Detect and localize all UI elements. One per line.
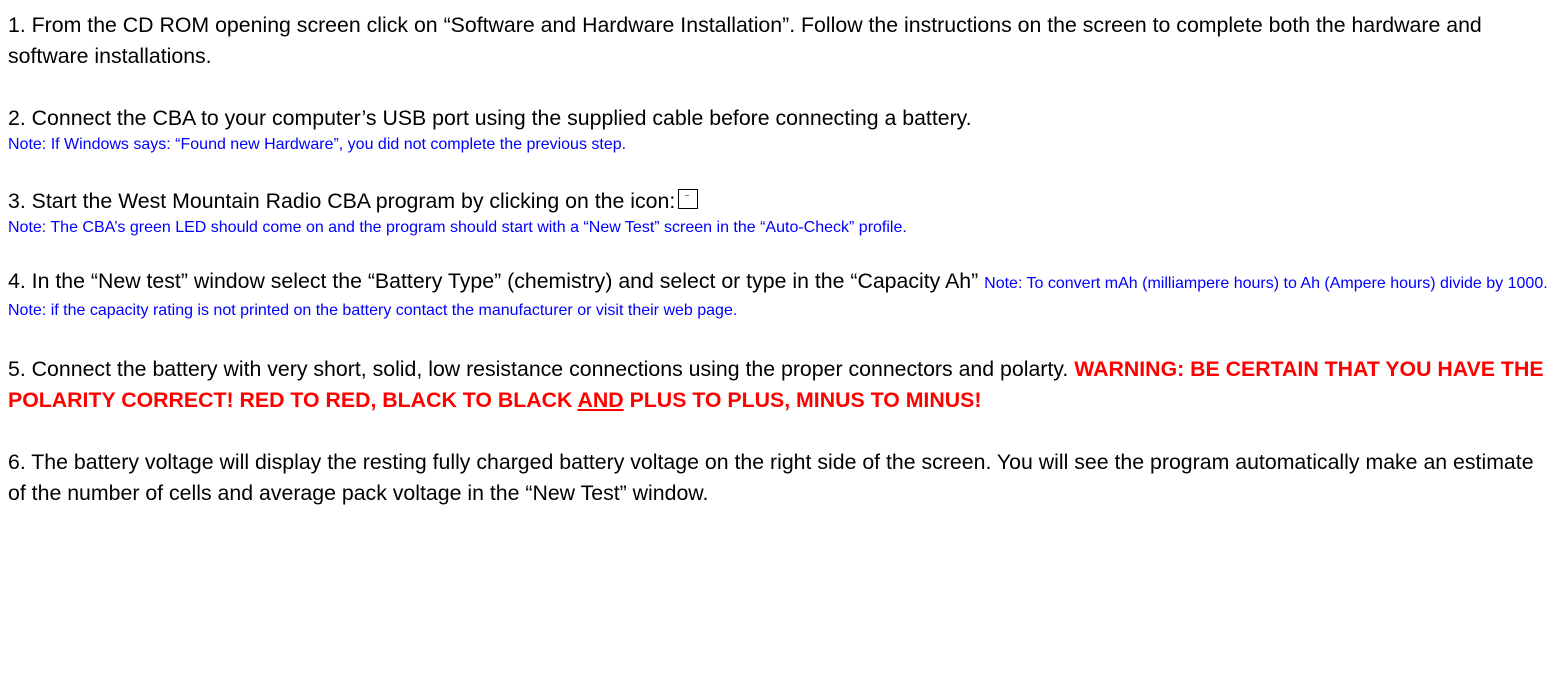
step-2-note: Note: If Windows says: “Found new Hardwa… (8, 136, 627, 153)
warning-part-2: PLUS TO PLUS, MINUS TO MINUS! (629, 388, 982, 412)
instructions-document: 1. From the CD ROM opening screen click … (8, 10, 1548, 509)
step-3: 3. Start the West Mountain Radio CBA pro… (8, 186, 1548, 217)
step-3-text: 3. Start the West Mountain Radio CBA pro… (8, 189, 676, 213)
step-2: 2. Connect the CBA to your computer’s US… (8, 106, 972, 130)
step-4-text: 4. In the “New test” window select the “… (8, 269, 979, 293)
step-4: 4. In the “New test” window select the “… (8, 269, 1548, 323)
step-6: 6. The battery voltage will display the … (8, 450, 1534, 505)
step-5-text: 5. Connect the battery with very short, … (8, 357, 1069, 381)
step-1: 1. From the CD ROM opening screen click … (8, 13, 1482, 68)
step-3-note: Note: The CBA’s green LED should come on… (8, 219, 907, 236)
step-5: 5. Connect the battery with very short, … (8, 354, 1548, 416)
warning-and: AND (577, 388, 624, 412)
cba-program-icon (678, 189, 699, 209)
